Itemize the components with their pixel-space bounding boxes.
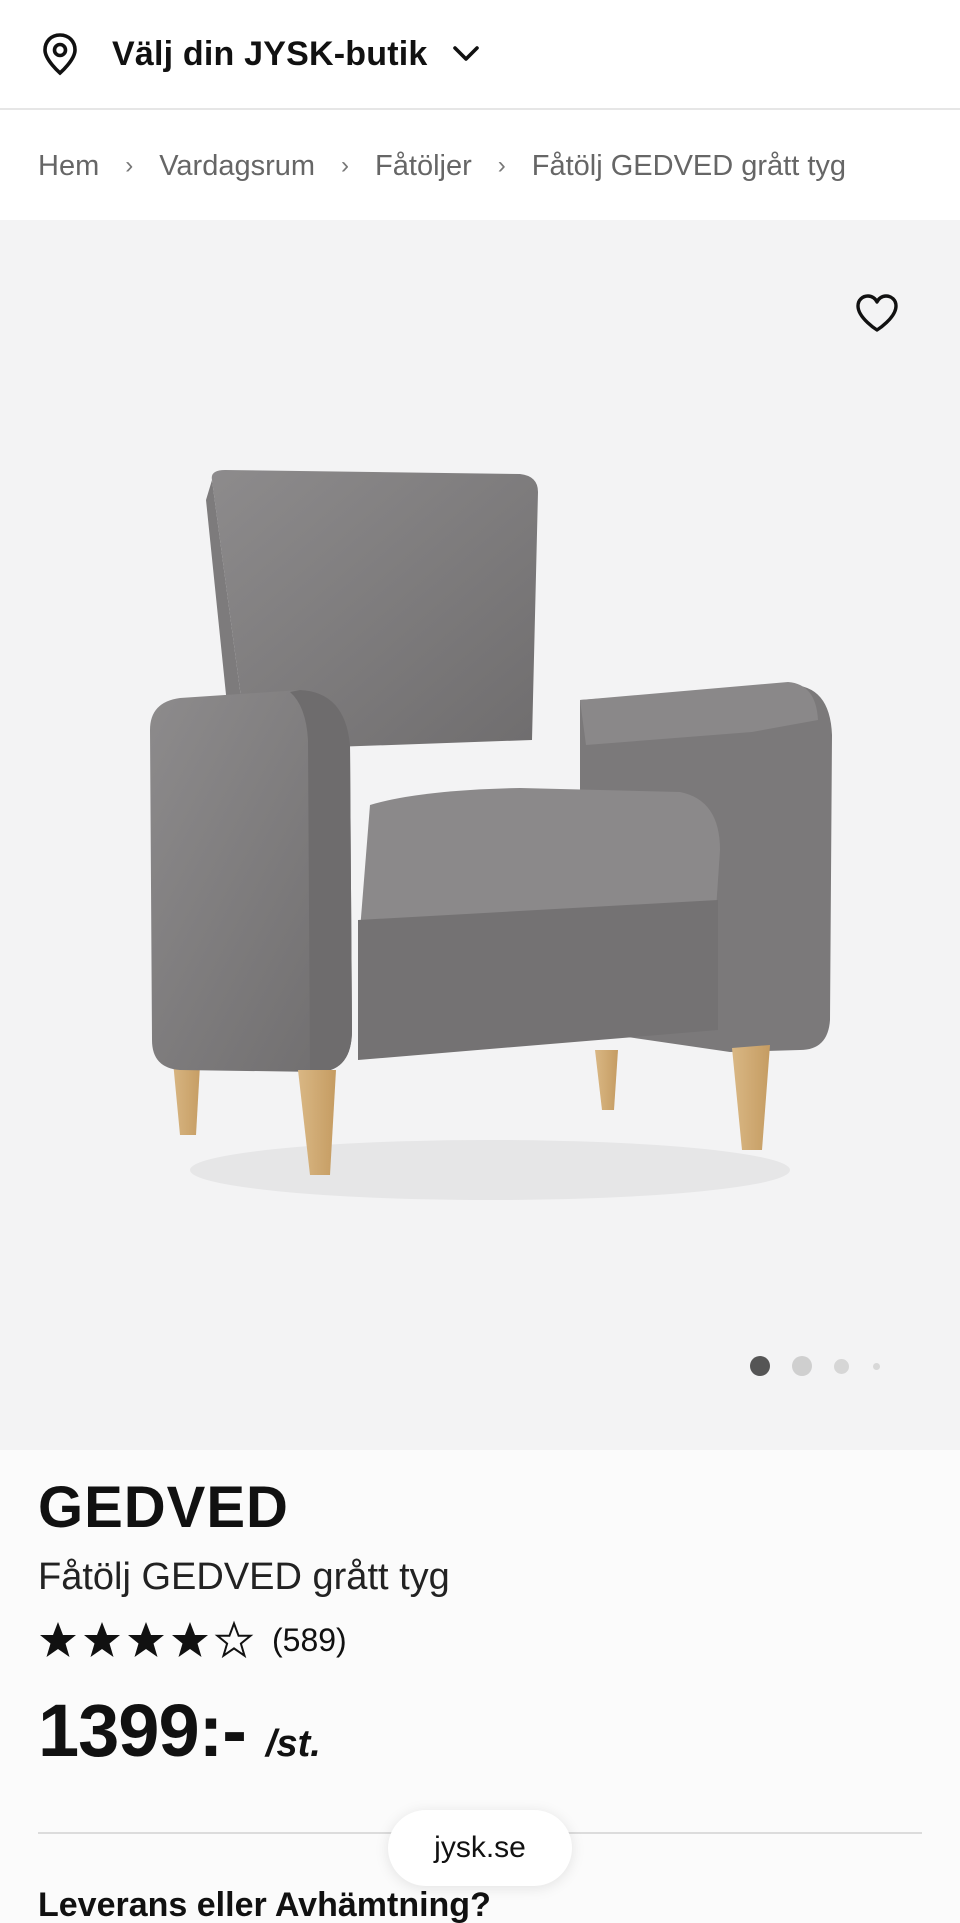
- product-name: Fåtölj GEDVED grått tyg: [38, 1556, 450, 1598]
- breadcrumb: Hem › Vardagsrum › Fåtöljer › Fåtölj GED…: [0, 112, 960, 220]
- breadcrumb-separator-icon: ›: [341, 152, 350, 179]
- star-outline-icon: [214, 1620, 254, 1659]
- carousel-pagination[interactable]: [750, 1356, 902, 1376]
- product-image-gallery[interactable]: [0, 220, 960, 1450]
- product-rating[interactable]: (589): [38, 1620, 347, 1660]
- chevron-down-icon: [452, 46, 479, 61]
- breadcrumb-item-current: Fåtölj GEDVED grått tyg: [531, 149, 847, 182]
- star-filled-icon: [172, 1622, 208, 1657]
- product-image: [150, 470, 832, 1200]
- store-selector-label: Välj din JYSK-butik: [112, 34, 428, 73]
- carousel-dot[interactable]: [792, 1356, 812, 1376]
- price-unit: /st.: [265, 1723, 321, 1765]
- breadcrumb-separator-icon: ›: [497, 152, 506, 179]
- carousel-dot[interactable]: [834, 1358, 849, 1374]
- star-filled-icon: [84, 1622, 120, 1657]
- review-count: (589): [272, 1621, 347, 1658]
- carousel-dot[interactable]: [873, 1362, 880, 1370]
- heart-icon[interactable]: [854, 292, 900, 334]
- star-filled-icon: [128, 1622, 164, 1657]
- delivery-heading: Leverans eller Avhämtning?: [38, 1886, 491, 1923]
- carousel-dot-active[interactable]: [750, 1356, 770, 1376]
- browser-url-pill[interactable]: jysk.se: [388, 1810, 572, 1886]
- price-amount: 1399:-: [38, 1689, 247, 1772]
- breadcrumb-separator-icon: ›: [125, 152, 134, 179]
- breadcrumb-item-vardagsrum[interactable]: Vardagsrum: [159, 150, 315, 183]
- product-brand: GEDVED: [38, 1475, 289, 1540]
- product-price: 1399:- /st.: [38, 1688, 321, 1773]
- store-selector[interactable]: Välj din JYSK-butik: [0, 0, 960, 110]
- breadcrumb-item-fatoljer[interactable]: Fåtöljer: [375, 150, 472, 183]
- star-filled-icon: [40, 1622, 76, 1657]
- breadcrumb-item-hem[interactable]: Hem: [38, 150, 99, 183]
- location-pin-icon: [43, 33, 77, 76]
